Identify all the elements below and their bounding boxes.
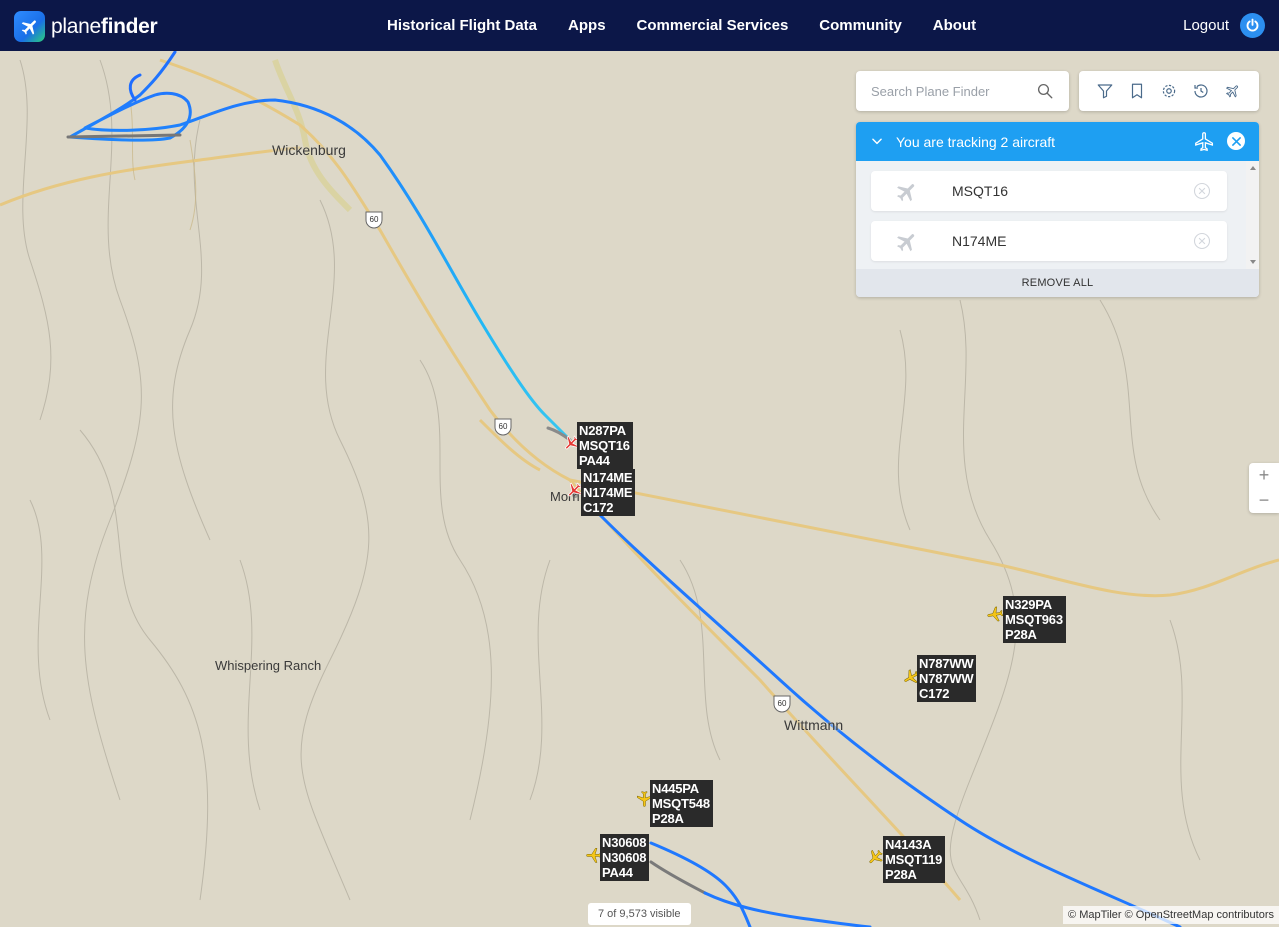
nav-historical-flight-data[interactable]: Historical Flight Data (387, 17, 537, 34)
search-bar (856, 71, 1069, 111)
plane-logo-icon (14, 11, 45, 42)
map-attribution[interactable]: © MapTiler © OpenStreetMap contributors (1063, 906, 1279, 924)
aircraft-label[interactable]: N329PA MSQT963 P28A (1003, 596, 1066, 643)
search-icon[interactable] (1036, 82, 1054, 100)
list-scrollbar[interactable] (1246, 161, 1259, 269)
zoom-in-button[interactable]: + (1249, 463, 1279, 488)
tracking-header[interactable]: You are tracking 2 aircraft (856, 122, 1259, 161)
aircraft-icon[interactable] (986, 605, 1004, 623)
3d-view-icon[interactable] (1223, 81, 1243, 101)
tracked-aircraft-item[interactable]: N174ME (871, 221, 1227, 261)
close-icon (1231, 136, 1241, 146)
zoom-out-button[interactable]: − (1249, 488, 1279, 513)
place-wickenburg: Wickenburg (272, 142, 346, 158)
nav-apps[interactable]: Apps (568, 17, 606, 34)
svg-text:60: 60 (499, 422, 508, 431)
map-toolbar (1079, 71, 1259, 111)
tracked-aircraft-label: N174ME (952, 233, 1007, 249)
power-icon (1240, 13, 1265, 38)
zoom-control: + − (1249, 463, 1279, 513)
brand-name: planefinder (51, 14, 158, 38)
scroll-up-arrow-icon[interactable] (1250, 166, 1256, 170)
logout-button[interactable]: Logout (1183, 13, 1265, 38)
main-nav: Historical Flight Data Apps Commercial S… (372, 0, 1007, 51)
nav-about[interactable]: About (933, 17, 976, 34)
place-wittmann: Wittmann (784, 717, 844, 733)
scroll-down-arrow-icon[interactable] (1250, 260, 1256, 264)
tracked-aircraft-list: MSQT16 N174ME (856, 161, 1259, 269)
aircraft-icon[interactable] (866, 848, 884, 866)
tracked-aircraft-item[interactable]: MSQT16 (871, 171, 1227, 211)
remove-circle-icon[interactable] (1192, 181, 1212, 201)
logout-label: Logout (1183, 17, 1229, 34)
nav-commercial-services[interactable]: Commercial Services (637, 17, 789, 34)
nav-community[interactable]: Community (819, 17, 902, 34)
aircraft-label[interactable]: N787WW N787WW C172 (917, 655, 977, 702)
place-whispering-ranch: Whispering Ranch (215, 658, 322, 673)
aircraft-label[interactable]: N445PA MSQT548 P28A (650, 780, 713, 827)
bookmark-icon[interactable] (1127, 81, 1147, 101)
aircraft-label[interactable]: N174ME N174ME C172 (581, 469, 636, 516)
planefinder-logo[interactable]: planefinder (14, 11, 158, 42)
svg-text:60: 60 (370, 215, 379, 224)
tracking-panel: You are tracking 2 aircraft MSQT16 N174M… (856, 122, 1259, 297)
top-navigation-bar: planefinder Historical Flight Data Apps … (0, 0, 1279, 51)
svg-text:60: 60 (778, 699, 787, 708)
aircraft-label[interactable]: N4143A MSQT119 P28A (883, 836, 946, 883)
remove-circle-icon[interactable] (1192, 231, 1212, 251)
search-input[interactable] (856, 71, 1026, 111)
plane-outline-icon[interactable] (1194, 131, 1215, 152)
chevron-down-icon[interactable] (870, 134, 884, 148)
filter-icon[interactable] (1095, 81, 1115, 101)
visible-aircraft-count: 7 of 9,573 visible (588, 903, 691, 925)
tracked-aircraft-label: MSQT16 (952, 183, 1009, 199)
history-icon[interactable] (1191, 81, 1211, 101)
settings-icon[interactable] (1159, 81, 1179, 101)
plane-icon (897, 234, 915, 252)
aircraft-label[interactable]: N30608 N30608 PA44 (600, 834, 650, 881)
plane-icon (897, 184, 915, 202)
close-tracking-button[interactable] (1227, 132, 1245, 150)
tracking-title: You are tracking 2 aircraft (896, 134, 1056, 150)
aircraft-label[interactable]: N287PA MSQT16 PA44 (577, 422, 633, 469)
remove-all-button[interactable]: REMOVE ALL (856, 269, 1259, 297)
